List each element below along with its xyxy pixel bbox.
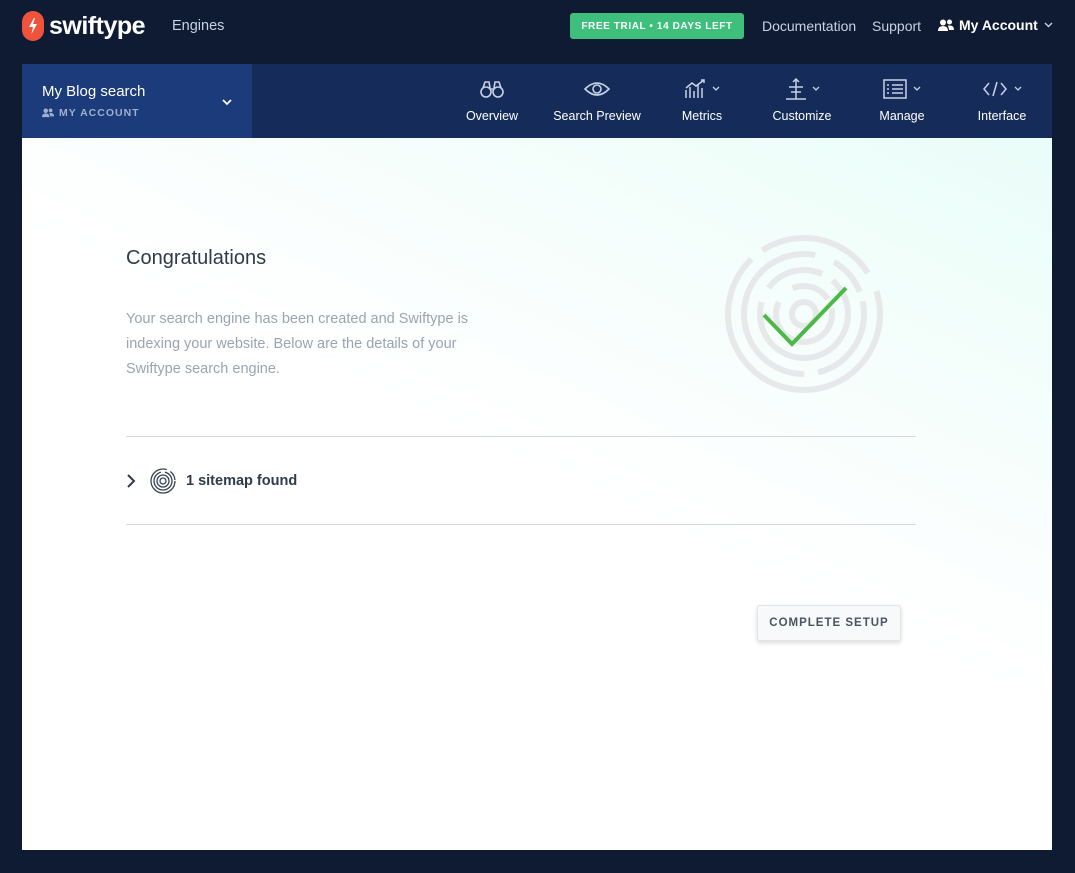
- setup-description: Your search engine has been created and …: [126, 311, 469, 377]
- account-label: My Account: [959, 17, 1038, 33]
- tab-interface[interactable]: Interface: [962, 64, 1042, 138]
- users-icon: [42, 108, 54, 118]
- complete-setup-button[interactable]: COMPLETE SETUP: [757, 605, 901, 641]
- tab-label: Interface: [977, 109, 1027, 123]
- chevron-down-icon: [1044, 22, 1053, 28]
- list-icon: [883, 77, 921, 101]
- bolt-icon: [22, 11, 44, 41]
- free-trial-badge[interactable]: FREE TRIAL • 14 DAYS LEFT: [570, 13, 744, 39]
- chart-icon: [684, 77, 720, 101]
- engine-navbar: My Blog search MY ACCOUNT Overview Searc…: [22, 64, 1052, 138]
- code-icon: [982, 77, 1022, 101]
- tab-overview[interactable]: Overview: [452, 64, 532, 138]
- divider: [126, 436, 916, 437]
- eye-icon: [584, 77, 610, 101]
- chevron-down-icon: [222, 93, 232, 111]
- swiftype-logo[interactable]: swiftype: [22, 11, 146, 41]
- tab-metrics[interactable]: Metrics: [662, 64, 742, 138]
- tab-manage[interactable]: Manage: [862, 64, 942, 138]
- documentation-link[interactable]: Documentation: [762, 18, 856, 34]
- tab-search-preview[interactable]: Search Preview: [547, 64, 647, 138]
- sliders-icon: [784, 77, 820, 101]
- support-link[interactable]: Support: [872, 18, 921, 34]
- sitemap-count-label: 1 sitemap found: [186, 473, 298, 489]
- users-icon: [938, 19, 954, 32]
- tab-label: Overview: [465, 109, 519, 123]
- tab-label: Metrics: [681, 109, 723, 123]
- engine-selector[interactable]: My Blog search MY ACCOUNT: [22, 64, 252, 138]
- main-content: Congratulations Your search engine has b…: [22, 138, 1052, 850]
- account-menu[interactable]: My Account: [938, 17, 1053, 33]
- engine-account: MY ACCOUNT: [42, 107, 140, 119]
- tab-label: Manage: [879, 109, 925, 123]
- sitemap-icon: [150, 468, 176, 494]
- tab-customize[interactable]: Customize: [762, 64, 842, 138]
- engine-account-label: MY ACCOUNT: [59, 107, 140, 119]
- binoculars-icon: [479, 77, 505, 101]
- engines-link[interactable]: Engines: [172, 18, 224, 34]
- sitemap-row[interactable]: 1 sitemap found: [126, 465, 297, 497]
- divider: [126, 524, 916, 525]
- tab-label: Search Preview: [553, 109, 641, 123]
- engine-name: My Blog search: [42, 83, 146, 100]
- chevron-right-icon[interactable]: [126, 473, 136, 489]
- success-check-icon: [722, 232, 886, 401]
- page-title: Congratulations: [126, 247, 267, 269]
- top-bar: swiftype Engines FREE TRIAL • 14 DAYS LE…: [0, 0, 1075, 54]
- brand-name: swiftype: [49, 11, 146, 40]
- tab-label: Customize: [772, 109, 832, 123]
